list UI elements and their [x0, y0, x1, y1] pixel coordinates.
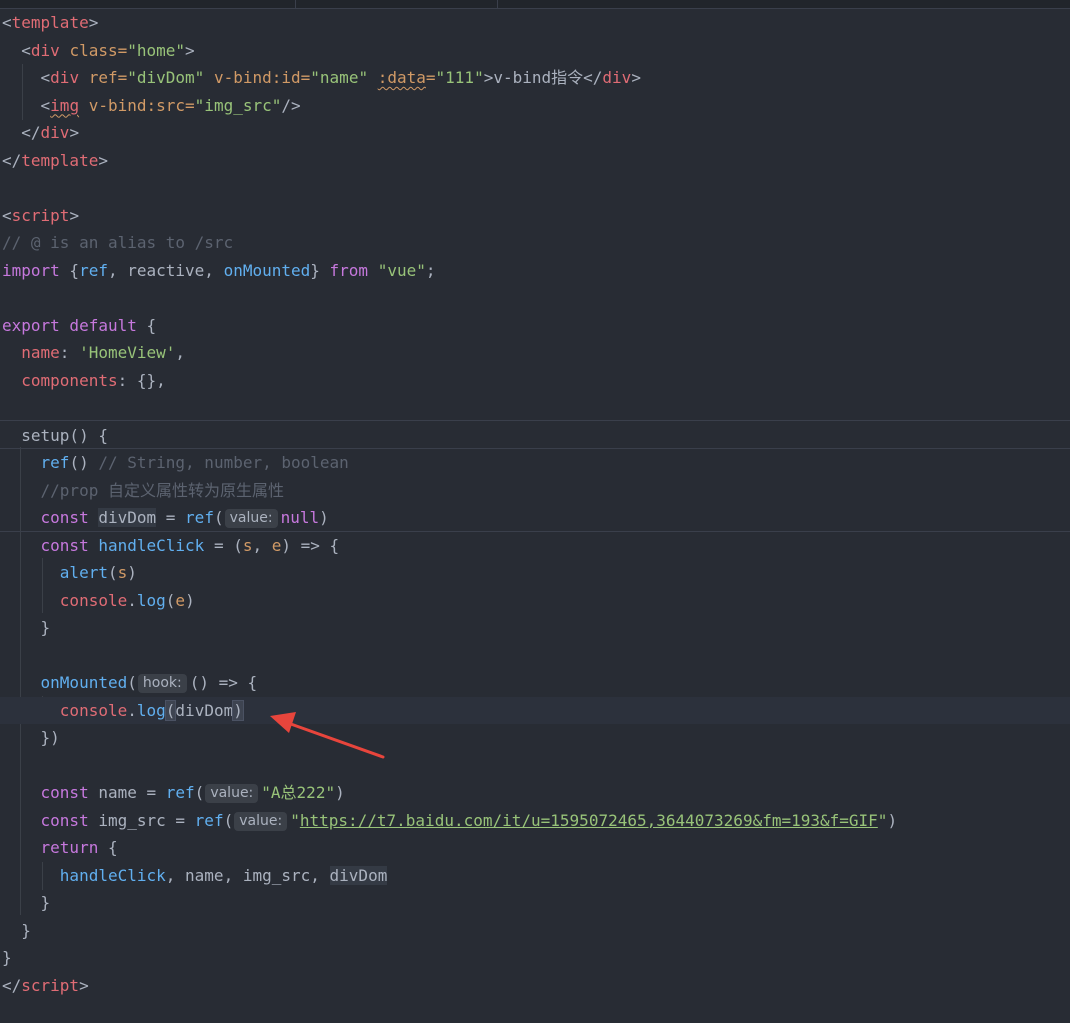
annotation-arrow-icon: [270, 712, 385, 759]
code-editor[interactable]: <template> <div class="home"> <div ref="…: [0, 0, 1070, 1023]
